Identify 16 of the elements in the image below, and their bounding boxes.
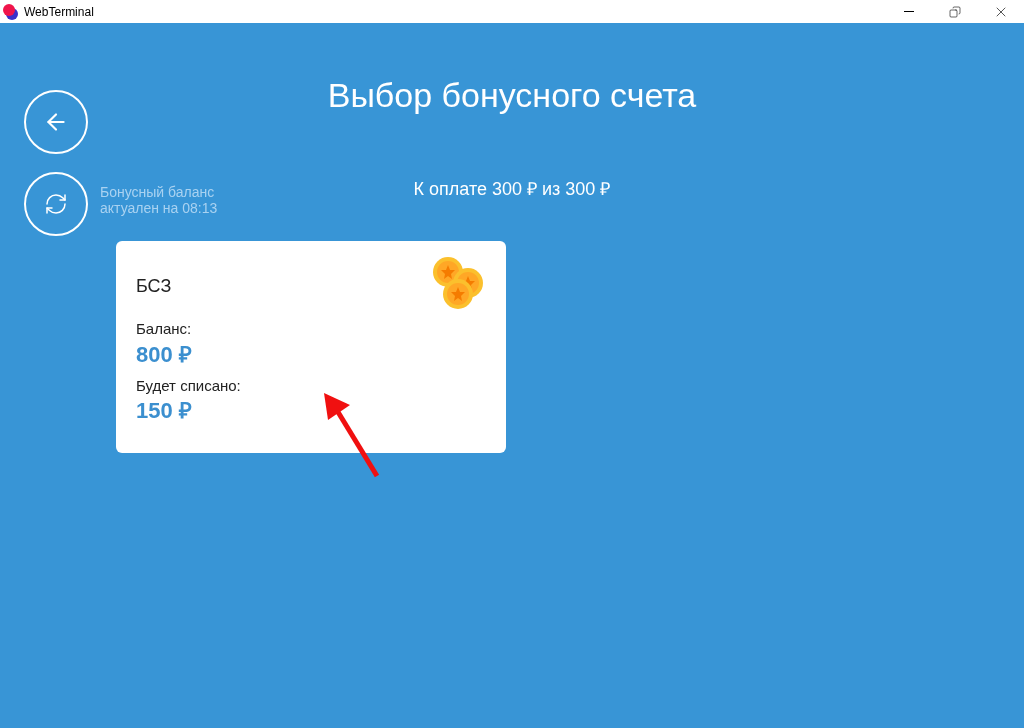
page-title: Выбор бонусного счета	[327, 75, 697, 116]
restore-icon	[949, 5, 961, 18]
refresh-icon	[44, 192, 68, 216]
bonus-account-card[interactable]: БСЗ Баланс: 800 ₽ Будет списано: 150 ₽	[116, 241, 506, 453]
minimize-icon	[904, 11, 914, 12]
window-title: WebTerminal	[24, 3, 94, 21]
balance-label: Баланс:	[136, 319, 193, 339]
balance-amount: 800 ₽	[136, 340, 193, 369]
charge-amount: 150 ₽	[136, 397, 193, 425]
back-button[interactable]	[24, 90, 88, 154]
account-name: БСЗ	[136, 275, 173, 298]
balance-update-note: Бонусный баланс актуален на 08:13	[100, 184, 218, 216]
refresh-button[interactable]	[24, 172, 88, 236]
payment-summary: К оплате 300 ₽ из 300 ₽	[413, 178, 611, 201]
charge-label: Будет списано:	[136, 375, 242, 396]
app-logo-icon	[3, 3, 19, 20]
